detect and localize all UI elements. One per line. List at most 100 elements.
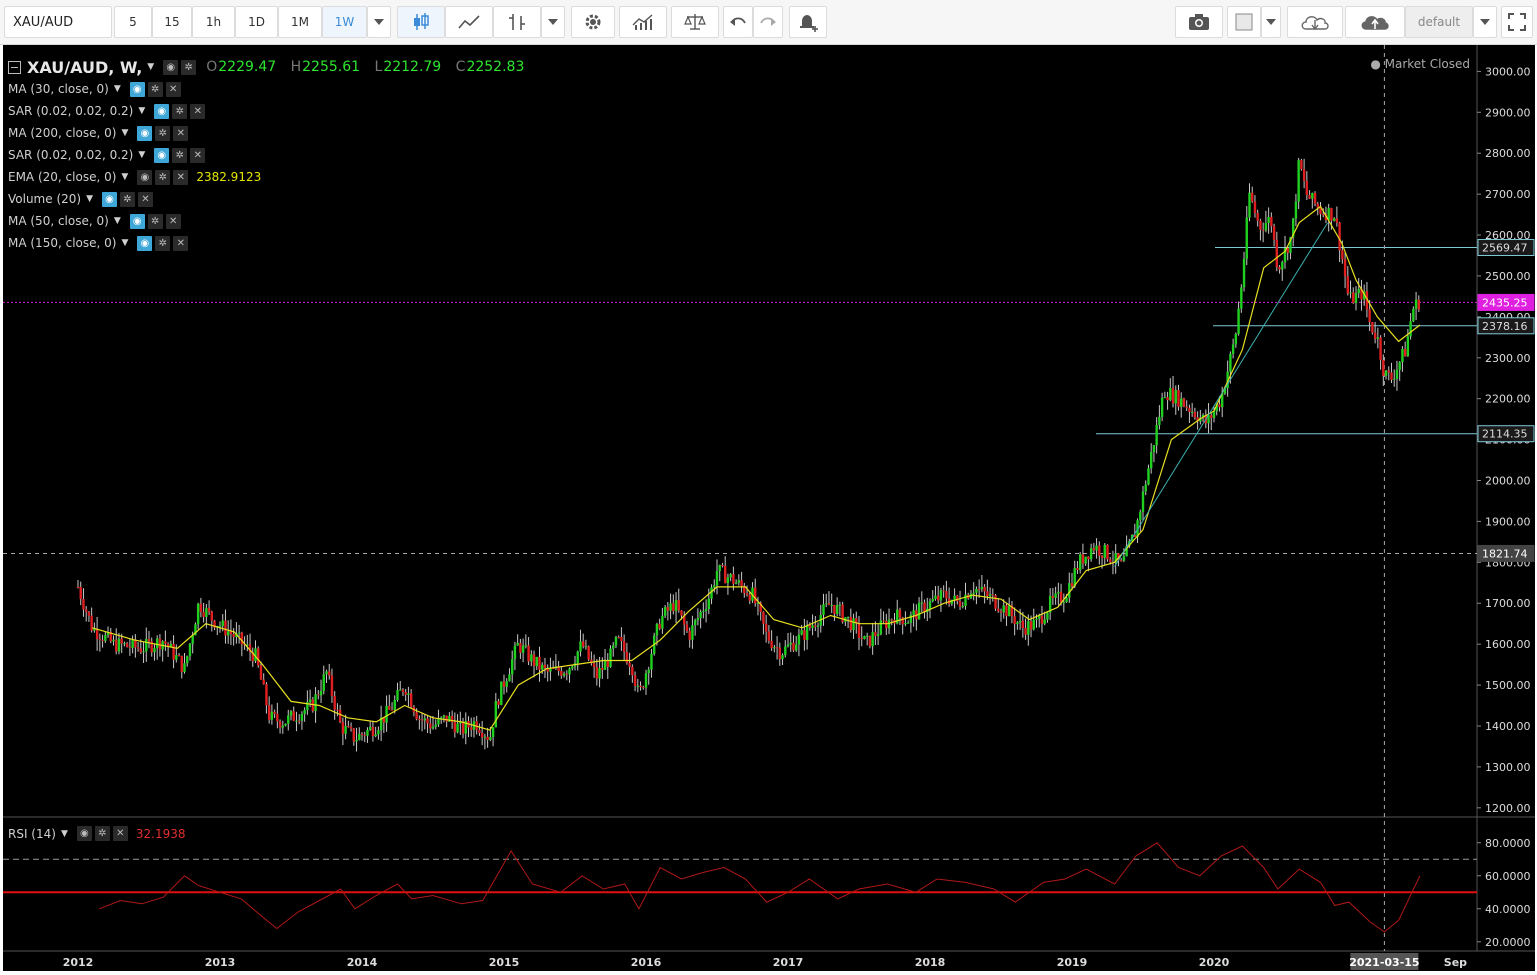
chart-style-button[interactable]	[1227, 6, 1261, 38]
interval-1w-button[interactable]: 1W	[322, 6, 367, 38]
eye-icon[interactable]: ◉	[102, 191, 117, 207]
close-icon[interactable]: ✕	[165, 213, 181, 229]
candle-body	[846, 616, 850, 618]
indicators-button[interactable]	[619, 6, 667, 38]
layout-name-button[interactable]: default	[1405, 6, 1473, 38]
candle-body	[726, 577, 730, 584]
candle-body	[516, 642, 519, 646]
candle-body	[347, 726, 350, 728]
chevron-down-icon[interactable]: ▼	[114, 216, 121, 226]
indicator-label[interactable]: EMA (20, close, 0)	[8, 170, 116, 184]
eye-icon[interactable]: ◉	[137, 125, 153, 141]
interval-15-button[interactable]: 15	[152, 6, 192, 38]
load-layout-button[interactable]	[1287, 6, 1343, 38]
compare-button[interactable]	[671, 6, 719, 38]
eye-icon[interactable]: ◉	[137, 169, 153, 185]
close-icon[interactable]: ✕	[173, 125, 189, 141]
eye-icon[interactable]: ◉	[163, 59, 179, 75]
chevron-down-icon[interactable]: ▼	[138, 150, 145, 160]
area-chart-type-button[interactable]	[445, 6, 493, 38]
candle-body	[614, 636, 618, 646]
symbol-search-input[interactable]: XAU/AUD	[4, 6, 112, 38]
candle-body	[538, 656, 541, 670]
close-icon[interactable]: ✕	[138, 191, 153, 207]
eye-icon[interactable]: ◉	[137, 235, 153, 251]
chart-style-dropdown-button[interactable]	[1261, 6, 1281, 38]
chevron-down-icon[interactable]: ▼	[121, 172, 128, 182]
collapse-legend-icon[interactable]	[8, 60, 21, 74]
interval-5-button[interactable]: 5	[114, 6, 152, 38]
chevron-down-icon[interactable]: ▼	[121, 128, 128, 138]
indicator-label[interactable]: MA (30, close, 0)	[8, 82, 109, 96]
eye-icon[interactable]: ◉	[129, 213, 145, 229]
close-icon[interactable]: ✕	[190, 147, 206, 163]
candle-body	[1152, 445, 1156, 452]
candle-body	[341, 722, 345, 734]
gear-icon[interactable]: ✲	[120, 191, 135, 207]
candle-body	[276, 713, 279, 722]
candle-body	[1062, 602, 1066, 604]
settings-button[interactable]	[571, 6, 615, 38]
symbol-title-row: XAU/AUD, W, ▼ ◉ ✲ O2229.47 H2255.61 L221…	[8, 56, 524, 78]
candle-body	[453, 722, 457, 733]
candle-body	[237, 632, 241, 634]
chevron-down-icon[interactable]: ▼	[138, 106, 145, 116]
undo-button[interactable]	[723, 6, 753, 38]
eye-icon[interactable]: ◉	[154, 147, 170, 163]
interval-1h-button[interactable]: 1h	[192, 6, 235, 38]
gear-icon[interactable]: ✲	[94, 826, 110, 841]
close-icon[interactable]: ✕	[173, 169, 189, 185]
bars-chart-type-button[interactable]	[493, 6, 541, 38]
close-icon[interactable]: ✕	[190, 103, 206, 119]
interval-dropdown-button[interactable]	[367, 6, 391, 38]
eye-icon[interactable]: ◉	[76, 826, 92, 841]
symbol-title[interactable]: XAU/AUD, W,	[27, 58, 142, 77]
alert-button[interactable]	[789, 6, 827, 38]
gear-icon[interactable]: ✲	[172, 147, 188, 163]
indicator-row: SAR (0.02, 0.02, 0.2) ▼ ◉ ✲ ✕	[8, 100, 524, 122]
close-icon[interactable]: ✕	[173, 235, 189, 251]
snapshot-button[interactable]	[1175, 6, 1223, 38]
gear-icon[interactable]: ✲	[147, 81, 163, 97]
candle-body	[1302, 169, 1306, 181]
layout-dropdown-button[interactable]	[1473, 6, 1497, 38]
interval-1d-button[interactable]: 1D	[235, 6, 278, 38]
indicator-label[interactable]: MA (150, close, 0)	[8, 236, 116, 250]
eye-icon[interactable]: ◉	[154, 103, 170, 119]
chevron-down-icon[interactable]: ▼	[86, 194, 93, 204]
gear-icon[interactable]: ✲	[155, 169, 171, 185]
candle-body	[865, 635, 869, 637]
gear-icon[interactable]: ✲	[172, 103, 188, 119]
fullscreen-button[interactable]	[1501, 6, 1533, 38]
gear-icon[interactable]: ✲	[155, 235, 171, 251]
save-layout-button[interactable]	[1345, 6, 1405, 38]
chevron-down-icon[interactable]: ▼	[147, 62, 154, 72]
indicator-label[interactable]: Volume (20)	[8, 192, 81, 206]
indicator-row: EMA (20, close, 0) ▼ ◉ ✲ ✕ 2382.9123	[8, 166, 524, 188]
indicator-label[interactable]: SAR (0.02, 0.02, 0.2)	[8, 104, 133, 118]
chevron-down-icon[interactable]: ▼	[61, 829, 68, 839]
redo-button[interactable]	[753, 6, 783, 38]
candle-body	[456, 723, 459, 733]
chevron-down-icon[interactable]: ▼	[121, 238, 128, 248]
interval-1m-button[interactable]: 1M	[278, 6, 322, 38]
candle-body	[1406, 336, 1410, 357]
indicator-label[interactable]: MA (200, close, 0)	[8, 126, 116, 140]
indicator-label[interactable]: MA (50, close, 0)	[8, 214, 109, 228]
candle-body	[470, 727, 473, 730]
gear-icon[interactable]: ✲	[147, 213, 163, 229]
candle-body	[374, 734, 377, 737]
chevron-down-icon[interactable]: ▼	[114, 84, 121, 94]
price-label-value: 2378.16	[1482, 320, 1528, 333]
candle-body	[1046, 612, 1049, 620]
indicator-label[interactable]: SAR (0.02, 0.02, 0.2)	[8, 148, 133, 162]
candles-chart-type-button[interactable]	[397, 6, 445, 38]
close-icon[interactable]: ✕	[165, 81, 181, 97]
close-icon[interactable]: ✕	[112, 826, 128, 841]
gear-icon[interactable]: ✲	[181, 59, 197, 75]
gear-icon[interactable]: ✲	[155, 125, 171, 141]
chart-type-dropdown-button[interactable]	[541, 6, 565, 38]
candle-body	[1264, 223, 1268, 231]
eye-icon[interactable]: ◉	[129, 81, 145, 97]
rsi-label[interactable]: RSI (14)	[8, 827, 56, 841]
